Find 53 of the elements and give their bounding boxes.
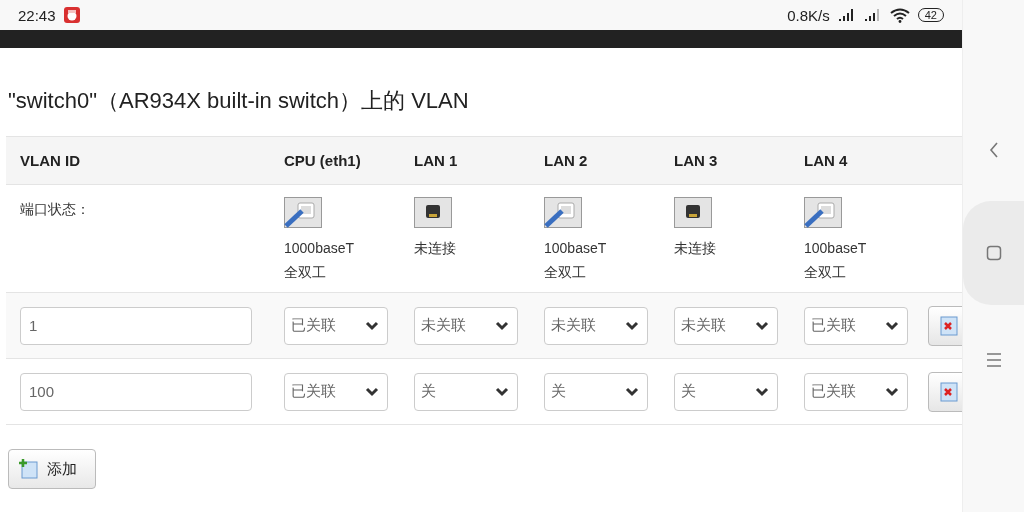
port-select[interactable]: 关 bbox=[414, 372, 518, 411]
wifi-icon bbox=[889, 7, 910, 23]
port-status: 100baseT bbox=[544, 239, 608, 258]
port-select[interactable]: 已关联 bbox=[284, 306, 388, 345]
column-header: CPU (eth1) bbox=[284, 152, 362, 169]
column-header: LAN 4 bbox=[804, 152, 849, 169]
delete-button[interactable] bbox=[928, 371, 962, 412]
chevron-down-icon bbox=[755, 320, 769, 331]
port-select[interactable]: 已关联 bbox=[804, 306, 908, 345]
page-heading: "switch0"（AR934X built-in switch）上的 VLAN bbox=[8, 87, 470, 115]
column-header: VLAN ID bbox=[20, 152, 81, 169]
delete-icon bbox=[940, 381, 958, 402]
port-status: 100baseT bbox=[804, 239, 868, 258]
app-notification-icon bbox=[63, 7, 80, 23]
port-status: 1000baseT bbox=[284, 239, 356, 258]
chevron-down-icon bbox=[625, 320, 639, 331]
delete-icon bbox=[940, 315, 958, 336]
signal-icon bbox=[863, 8, 882, 22]
vlan-id-field[interactable]: 1 bbox=[20, 306, 252, 345]
port-select[interactable]: 未关联 bbox=[544, 306, 648, 345]
port-select[interactable]: 未关联 bbox=[414, 306, 518, 345]
port-select[interactable]: 关 bbox=[674, 372, 778, 411]
port-select[interactable]: 已关联 bbox=[284, 372, 388, 411]
menu-icon[interactable] bbox=[985, 353, 1002, 367]
vlan-id-field[interactable]: 100 bbox=[20, 372, 252, 411]
chevron-down-icon bbox=[755, 386, 769, 397]
chevron-down-icon bbox=[885, 386, 899, 397]
add-icon bbox=[19, 459, 39, 479]
back-icon[interactable] bbox=[987, 141, 1000, 159]
port-select[interactable]: 已关联 bbox=[804, 372, 908, 411]
port-select[interactable]: 关 bbox=[544, 372, 648, 411]
chevron-down-icon bbox=[495, 320, 509, 331]
column-header: LAN 3 bbox=[674, 152, 719, 169]
square-icon bbox=[985, 245, 1002, 261]
chevron-down-icon bbox=[495, 386, 509, 397]
clock: 22:43 bbox=[18, 6, 56, 24]
port-select[interactable]: 未关联 bbox=[674, 306, 778, 345]
delete-button[interactable] bbox=[928, 305, 962, 346]
port-status-label: 端口状态： bbox=[20, 200, 91, 219]
port-duplex: 全双工 bbox=[804, 263, 847, 282]
column-header: LAN 2 bbox=[544, 152, 589, 169]
port-duplex: 全双工 bbox=[544, 263, 587, 282]
network-speed: 0.8K/s bbox=[787, 6, 830, 24]
port-status: 未连接 bbox=[674, 239, 717, 258]
chevron-down-icon bbox=[365, 320, 379, 331]
chevron-down-icon bbox=[365, 386, 379, 397]
chevron-down-icon bbox=[625, 386, 639, 397]
chevron-down-icon bbox=[885, 320, 899, 331]
port-duplex: 全双工 bbox=[284, 263, 327, 282]
signal-icon bbox=[837, 8, 856, 22]
port-status: 未连接 bbox=[414, 239, 457, 258]
add-button[interactable]: 添加 bbox=[8, 449, 96, 489]
column-header: LAN 1 bbox=[414, 152, 459, 169]
